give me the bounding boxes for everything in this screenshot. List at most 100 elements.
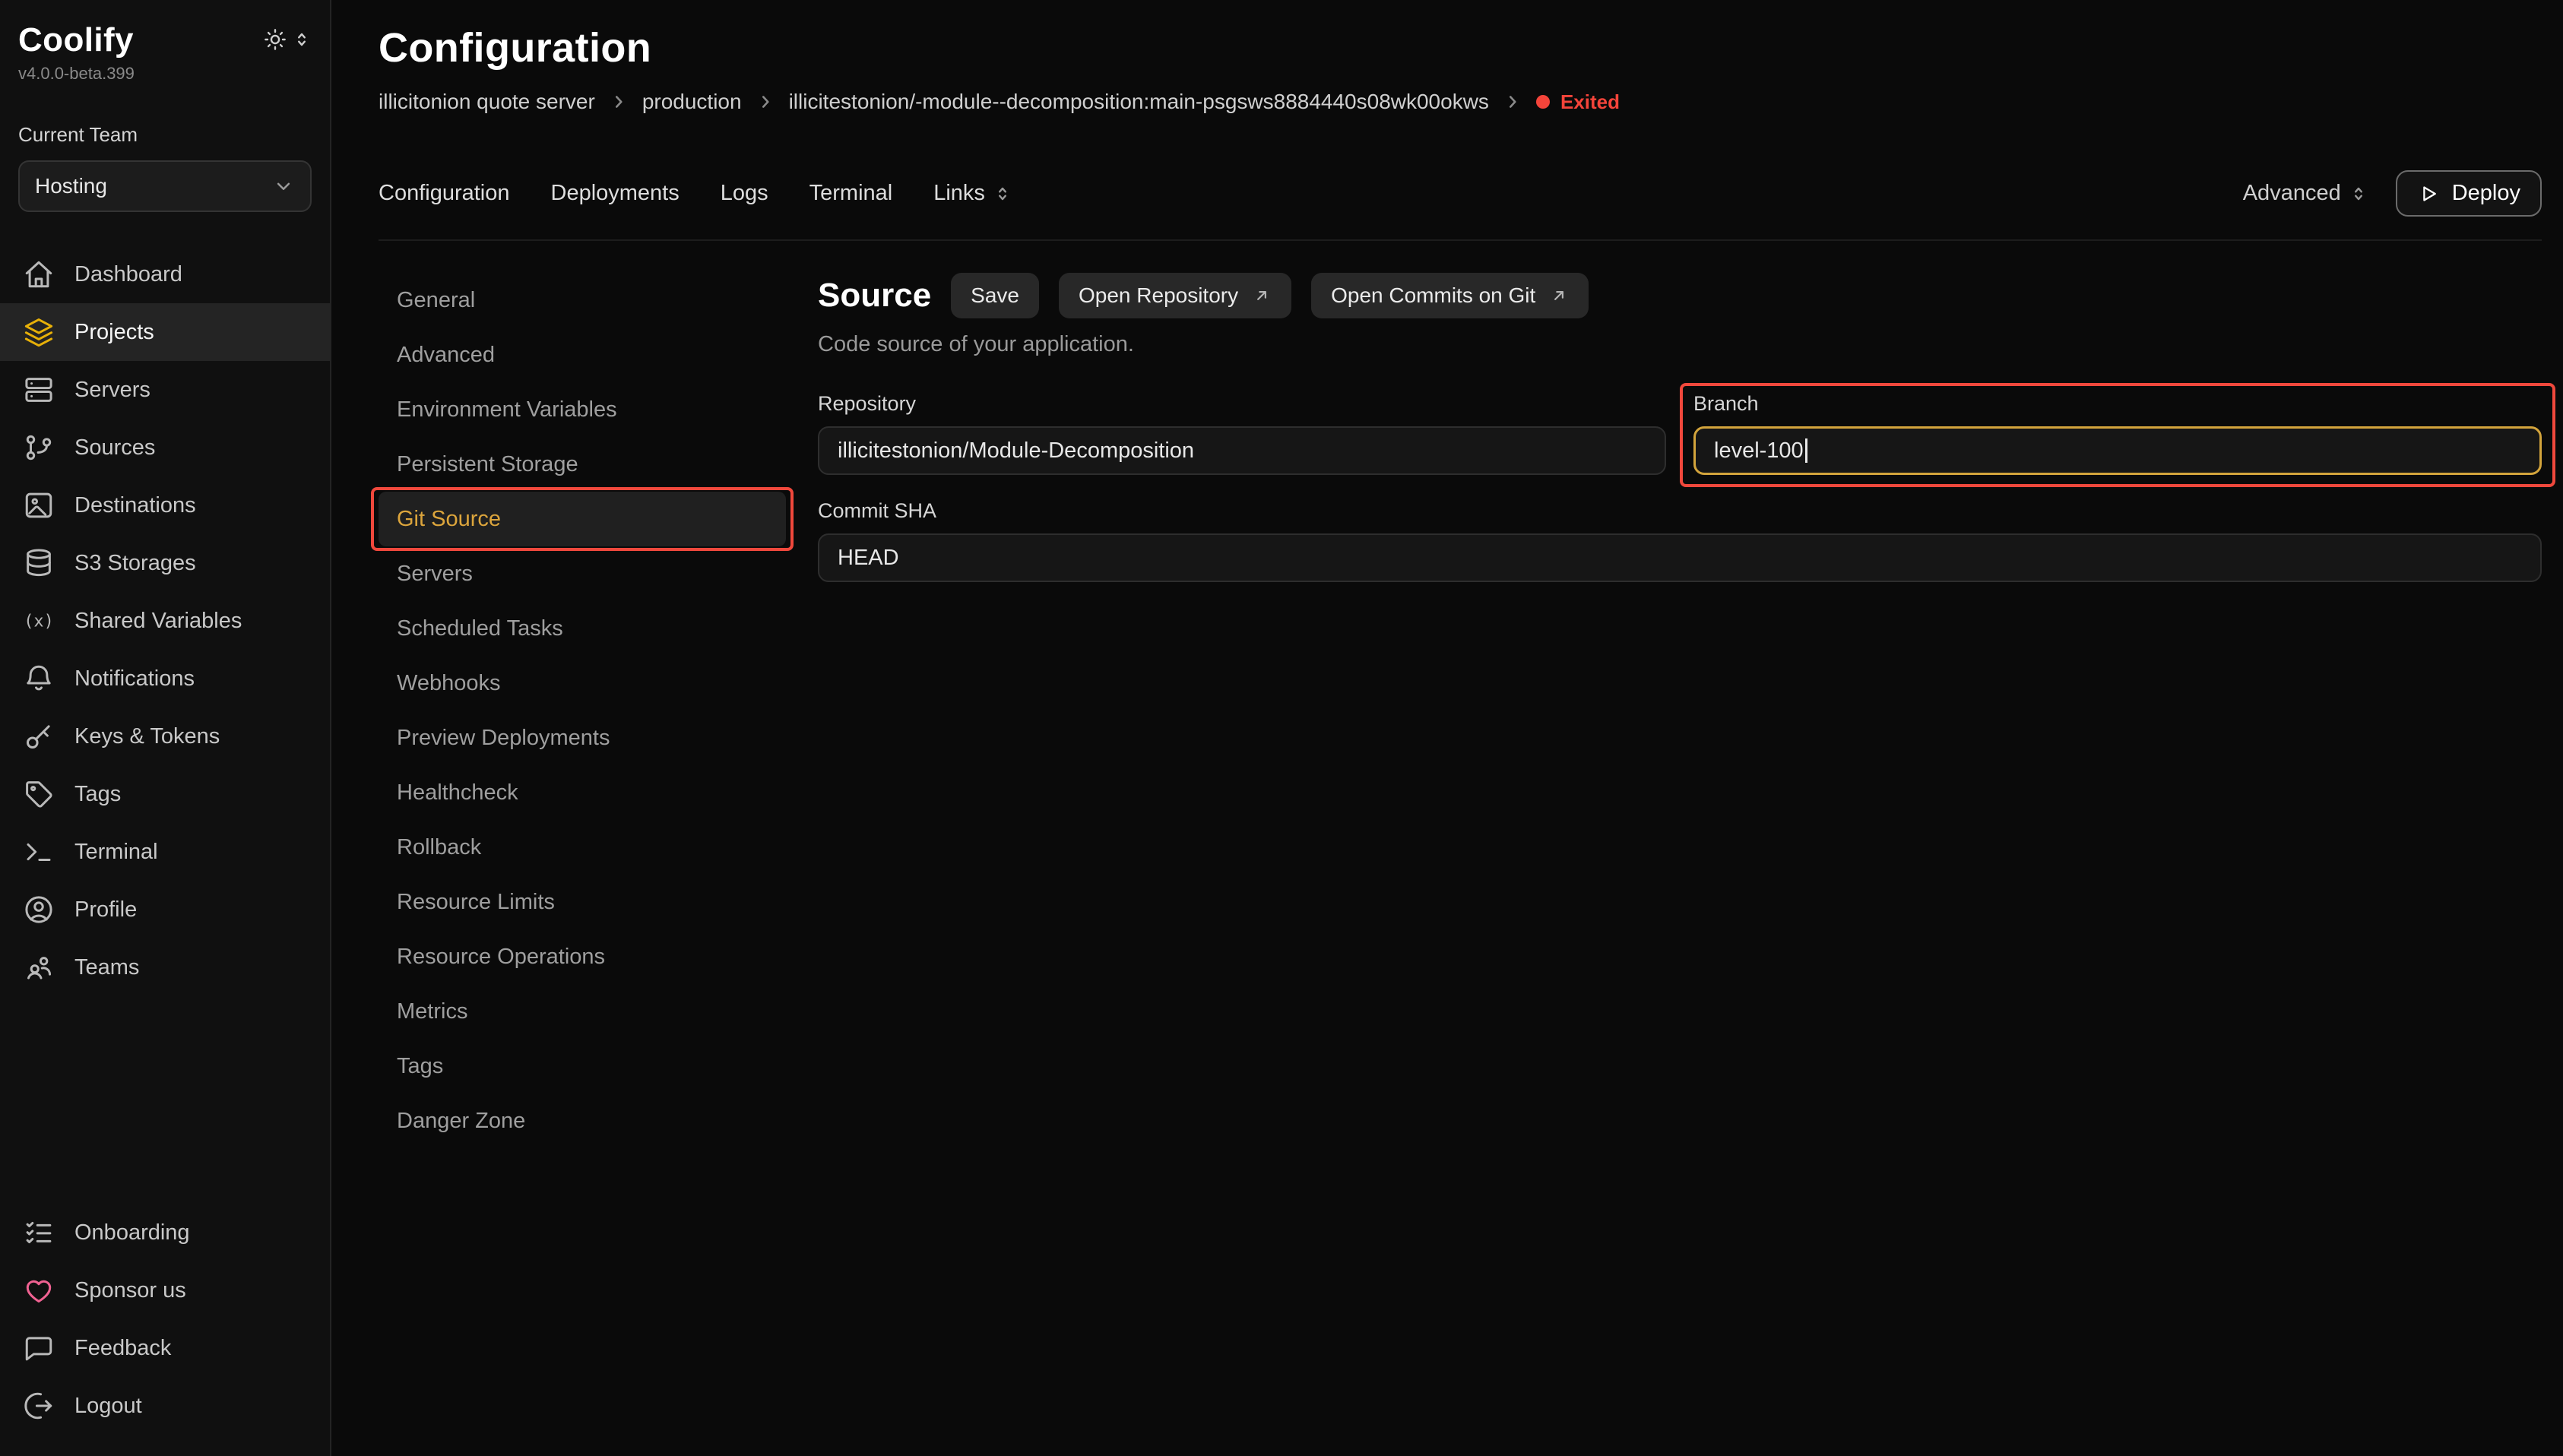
teams-icon (23, 951, 55, 983)
status-label: Exited (1560, 90, 1620, 114)
variables-icon: (x) (23, 605, 55, 637)
git-icon (23, 432, 55, 464)
team-select-value: Hosting (35, 174, 107, 198)
tab-deployments[interactable]: Deployments (551, 181, 680, 206)
subnav-item-resource-limits[interactable]: Resource Limits (379, 875, 786, 929)
text-cursor (1805, 438, 1807, 463)
sidebar-item-teams[interactable]: Teams (0, 938, 330, 996)
tab-links[interactable]: Links (933, 181, 1012, 206)
bell-icon (23, 663, 55, 695)
branch-input[interactable]: level-100 (1693, 426, 2542, 475)
app-logo[interactable]: Coolify (18, 21, 134, 59)
sidebar-item-label: Keys & Tokens (74, 724, 220, 749)
onboarding-icon (23, 1217, 55, 1249)
sidebar-item-onboarding[interactable]: Onboarding (0, 1204, 330, 1261)
subnav-item-healthcheck[interactable]: Healthcheck (379, 765, 786, 820)
sidebar-nav: Dashboard Projects Servers Sources Desti… (0, 245, 330, 996)
sidebar-item-logout[interactable]: Logout (0, 1377, 330, 1435)
subnav-label: Rollback (397, 835, 481, 860)
subnav-item-scheduled-tasks[interactable]: Scheduled Tasks (379, 601, 786, 656)
sidebar-item-label: Feedback (74, 1336, 171, 1361)
branch-field: Branch level-100 (1693, 392, 2542, 475)
sidebar-item-s3-storages[interactable]: S3 Storages (0, 534, 330, 592)
sidebar-item-keys-tokens[interactable]: Keys & Tokens (0, 707, 330, 765)
subnav-item-danger-zone[interactable]: Danger Zone (379, 1094, 786, 1148)
branch-value: level-100 (1714, 438, 1804, 464)
subnav-label: Resource Limits (397, 890, 555, 915)
tab-label: Links (933, 181, 985, 206)
sidebar-footer-nav: Onboarding Sponsor us Feedback Logout (0, 1204, 330, 1435)
subnav-item-tags[interactable]: Tags (379, 1039, 786, 1094)
advanced-label: Advanced (2243, 181, 2341, 206)
breadcrumb-application[interactable]: illicitestonion/-module--decomposition:m… (789, 90, 1489, 114)
subnav-item-advanced[interactable]: Advanced (379, 328, 786, 382)
subnav-label: Environment Variables (397, 397, 617, 423)
repository-field: Repository illicitestonion/Module-Decomp… (818, 392, 1666, 475)
sidebar-item-projects[interactable]: Projects (0, 303, 330, 361)
sidebar-item-label: S3 Storages (74, 551, 196, 576)
sidebar-item-sources[interactable]: Sources (0, 419, 330, 476)
subnav-label: Preview Deployments (397, 726, 610, 751)
sidebar-item-servers[interactable]: Servers (0, 361, 330, 419)
subnav-item-webhooks[interactable]: Webhooks (379, 656, 786, 711)
tab-configuration[interactable]: Configuration (379, 181, 510, 206)
subnav-item-servers[interactable]: Servers (379, 546, 786, 601)
breadcrumb-environment[interactable]: production (642, 90, 742, 114)
sidebar: Coolify v4.0.0-beta.399 Current Team Hos… (0, 0, 331, 1456)
sidebar-item-label: Profile (74, 897, 137, 923)
sidebar-item-label: Sources (74, 435, 155, 461)
subnav-item-metrics[interactable]: Metrics (379, 984, 786, 1039)
theme-switcher[interactable] (263, 27, 312, 52)
sidebar-item-shared-variables[interactable]: (x) Shared Variables (0, 592, 330, 650)
open-commits-button[interactable]: Open Commits on Git (1311, 273, 1589, 318)
sidebar-item-notifications[interactable]: Notifications (0, 650, 330, 707)
sidebar-item-sponsor[interactable]: Sponsor us (0, 1261, 330, 1319)
team-select[interactable]: Hosting (18, 160, 312, 212)
breadcrumb: illicitonion quote server production ill… (379, 90, 2542, 114)
sidebar-item-dashboard[interactable]: Dashboard (0, 245, 330, 303)
subnav-item-environment-variables[interactable]: Environment Variables (379, 382, 786, 437)
sidebar-item-label: Terminal (74, 840, 158, 865)
breadcrumb-project[interactable]: illicitonion quote server (379, 90, 595, 114)
deploy-label: Deploy (2452, 181, 2520, 206)
deploy-button[interactable]: Deploy (2396, 170, 2542, 217)
sidebar-item-label: Servers (74, 378, 150, 403)
commit-sha-label: Commit SHA (818, 499, 2542, 523)
repository-input[interactable]: illicitestonion/Module-Decomposition (818, 426, 1666, 475)
tab-terminal[interactable]: Terminal (809, 181, 893, 206)
chevrons-up-down-icon[interactable] (292, 30, 312, 49)
home-icon (23, 258, 55, 290)
sidebar-item-terminal[interactable]: Terminal (0, 823, 330, 881)
subnav-item-preview-deployments[interactable]: Preview Deployments (379, 711, 786, 765)
sidebar-item-destinations[interactable]: Destinations (0, 476, 330, 534)
tab-logs[interactable]: Logs (721, 181, 768, 206)
advanced-dropdown[interactable]: Advanced (2243, 181, 2368, 206)
subnav-label: Tags (397, 1054, 443, 1079)
subnav-label: Resource Operations (397, 945, 605, 970)
logout-icon (23, 1390, 55, 1422)
subnav-label: General (397, 288, 475, 313)
subnav-item-general[interactable]: General (379, 273, 786, 328)
subnav-label: Advanced (397, 343, 495, 368)
source-header: Source Save Open Repository Open Commits… (818, 273, 2542, 318)
sidebar-item-label: Onboarding (74, 1220, 190, 1246)
save-button[interactable]: Save (951, 273, 1039, 318)
server-icon (23, 374, 55, 406)
subnav-label: Persistent Storage (397, 452, 578, 477)
subnav-item-resource-operations[interactable]: Resource Operations (379, 929, 786, 984)
subnav-item-git-source[interactable]: Git Source (379, 492, 786, 546)
sidebar-item-profile[interactable]: Profile (0, 881, 330, 938)
external-link-icon (1252, 286, 1272, 305)
git-source-panel: Source Save Open Repository Open Commits… (786, 273, 2542, 1148)
subnav-item-persistent-storage[interactable]: Persistent Storage (379, 437, 786, 492)
feedback-icon (23, 1332, 55, 1364)
subnav-item-rollback[interactable]: Rollback (379, 820, 786, 875)
commit-sha-input[interactable]: HEAD (818, 533, 2542, 582)
section-title: Source (818, 277, 931, 315)
sidebar-item-label: Destinations (74, 493, 196, 518)
open-repository-button[interactable]: Open Repository (1059, 273, 1291, 318)
config-subnav: General Advanced Environment Variables P… (379, 273, 786, 1148)
sun-icon[interactable] (263, 27, 287, 52)
sidebar-item-tags[interactable]: Tags (0, 765, 330, 823)
sidebar-item-feedback[interactable]: Feedback (0, 1319, 330, 1377)
